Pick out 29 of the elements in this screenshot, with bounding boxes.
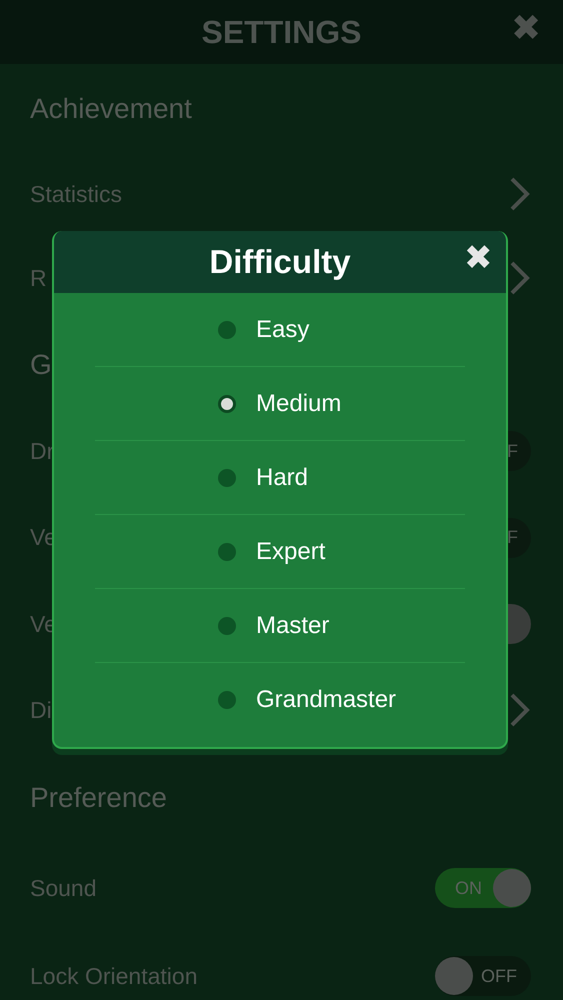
- section-heading: Preference: [30, 781, 167, 815]
- setting-label: Lock Orientation: [30, 962, 198, 991]
- difficulty-option[interactable]: Medium: [218, 386, 342, 422]
- setting-label: Dr: [30, 436, 54, 466]
- difficulty-option[interactable]: Grandmaster: [218, 682, 396, 718]
- setting-label: Statistics: [30, 180, 122, 209]
- difficulty-option[interactable]: Master: [218, 608, 330, 644]
- chevron-icon: [509, 260, 531, 296]
- setting-label: Sound: [30, 874, 97, 903]
- radio-icon: [218, 542, 236, 560]
- radio-icon: [218, 468, 236, 486]
- chevron-icon: [509, 176, 531, 212]
- difficulty-option[interactable]: Expert: [218, 534, 326, 570]
- setting-label: R: [30, 264, 47, 293]
- difficulty-option[interactable]: Hard: [218, 460, 308, 496]
- radio-icon: [218, 691, 236, 709]
- setting-label: Di: [30, 696, 52, 725]
- toggle-switch[interactable]: OFF: [435, 956, 531, 996]
- radio-icon: [218, 394, 236, 412]
- chevron-icon: [509, 692, 531, 728]
- dialog-title: Difficulty: [209, 242, 351, 282]
- radio-icon: [218, 616, 236, 634]
- section-heading: Achievement: [30, 92, 192, 126]
- close-button[interactable]: ✖: [464, 241, 492, 275]
- radio-icon: [218, 320, 236, 338]
- difficulty-option[interactable]: Easy: [218, 312, 310, 348]
- section-heading: G: [30, 348, 52, 382]
- toggle-switch[interactable]: [507, 604, 531, 644]
- page-title: SETTINGS: [201, 13, 362, 52]
